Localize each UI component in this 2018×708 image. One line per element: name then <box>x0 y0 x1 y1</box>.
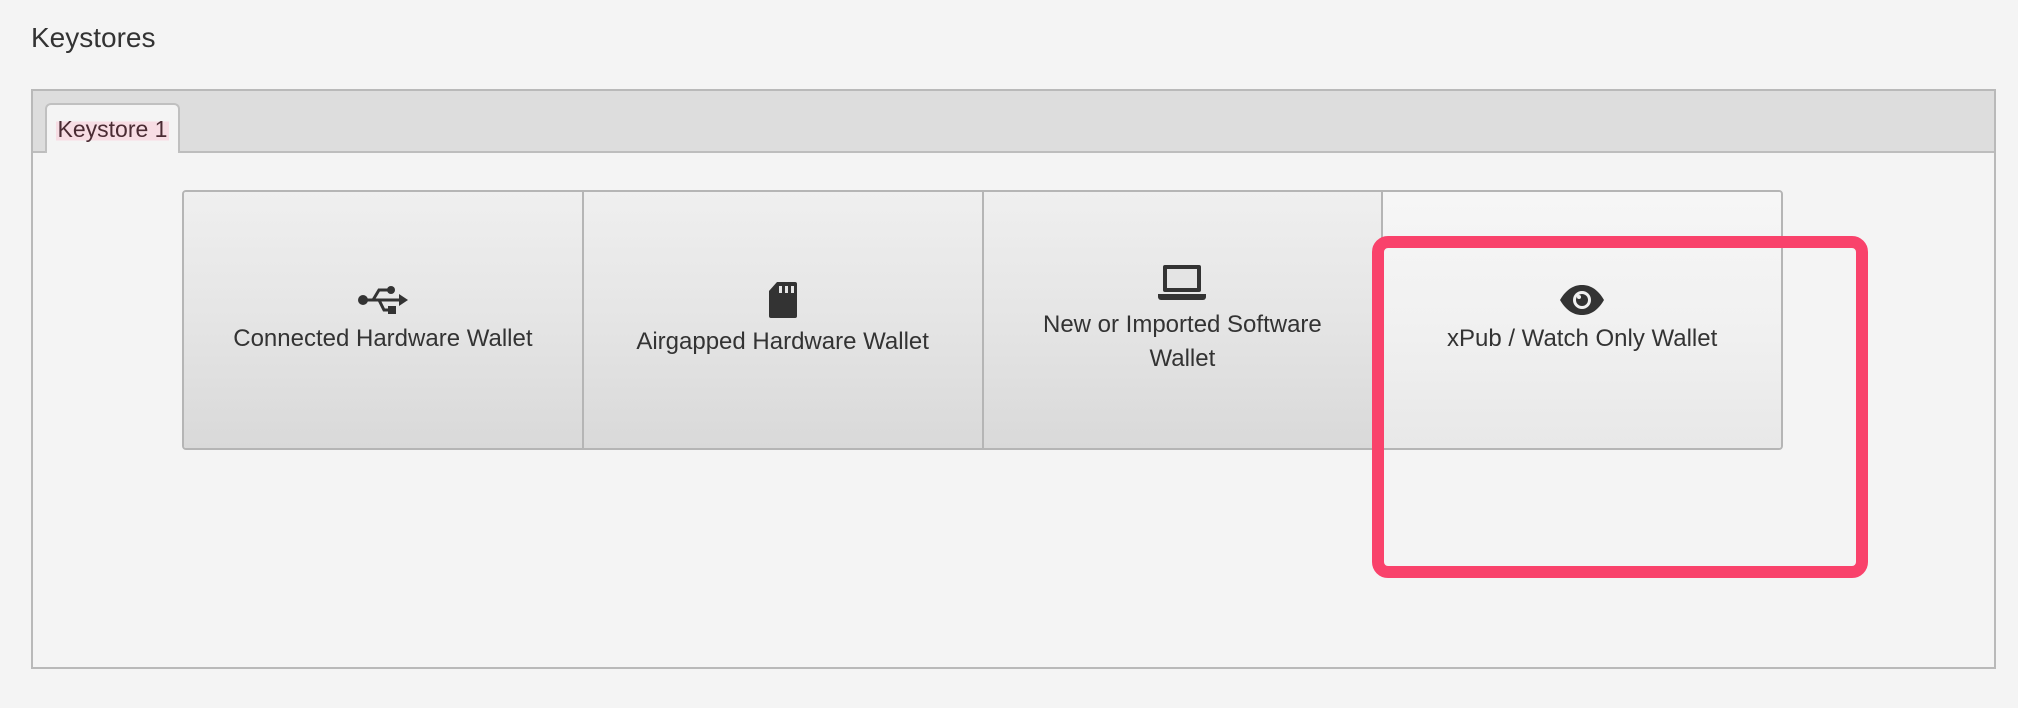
sd-card-icon <box>768 282 797 318</box>
software-wallet-button[interactable]: New or Imported Software Wallet <box>983 192 1384 448</box>
software-wallet-label: New or Imported Software Wallet <box>1042 311 1322 372</box>
wallet-type-selector: Connected Hardware Wallet Airgapped Hard… <box>182 190 1783 450</box>
usb-icon <box>357 286 408 314</box>
eye-icon <box>1560 285 1605 315</box>
xpub-watch-only-wallet-label: xPub / Watch Only Wallet <box>1446 325 1718 352</box>
keystores-title: Keystores <box>31 22 156 53</box>
tab-label: Keystore 1 <box>55 115 170 143</box>
airgapped-hardware-wallet-button[interactable]: Airgapped Hardware Wallet <box>583 192 984 448</box>
connected-hardware-wallet-label: Connected Hardware Wallet <box>233 325 533 352</box>
connected-hardware-wallet-button[interactable]: Connected Hardware Wallet <box>184 192 584 448</box>
laptop-icon <box>1158 265 1207 300</box>
tab-keystore-1[interactable]: Keystore 1 <box>45 103 180 153</box>
tab-header: Keystore 1 <box>33 91 1994 153</box>
airgapped-hardware-wallet-label: Airgapped Hardware Wallet <box>636 328 929 355</box>
xpub-watch-only-wallet-button[interactable]: xPub / Watch Only Wallet <box>1383 192 1781 448</box>
